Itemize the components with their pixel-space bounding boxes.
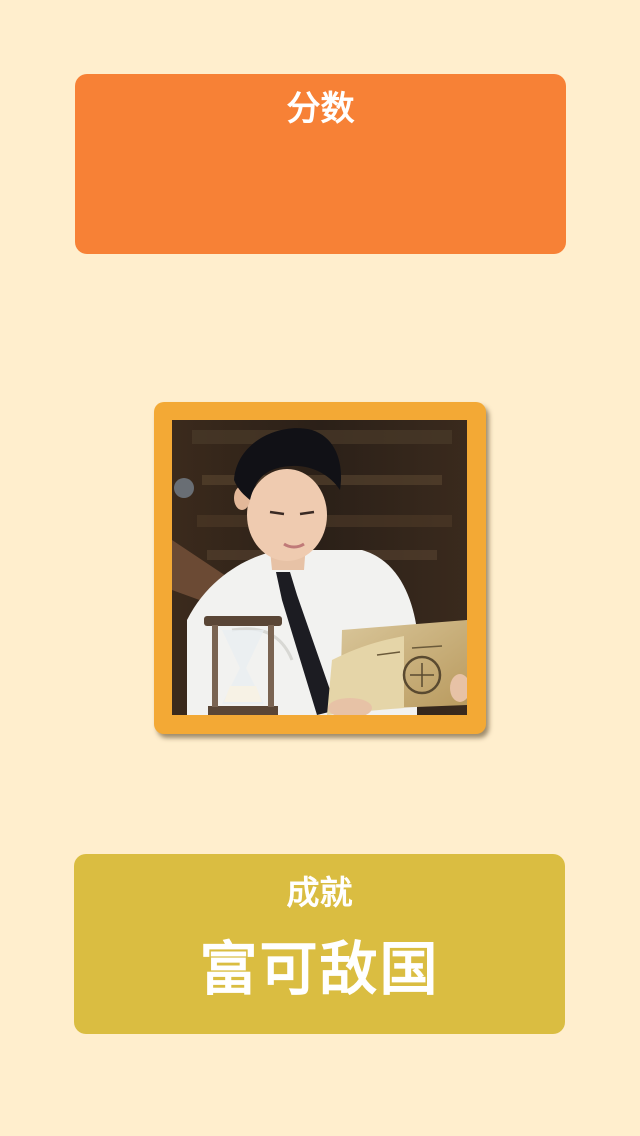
achievement-card: 成就 富可敌国 xyxy=(74,854,565,1034)
portrait-photo xyxy=(172,420,467,715)
achievement-title: 成就 xyxy=(286,873,353,912)
portrait-illustration xyxy=(172,420,467,715)
photo-frame xyxy=(154,402,486,734)
score-title: 分数 xyxy=(286,89,355,129)
score-card: 分数 xyxy=(75,74,566,254)
achievement-value: 富可敌国 xyxy=(199,935,440,1003)
